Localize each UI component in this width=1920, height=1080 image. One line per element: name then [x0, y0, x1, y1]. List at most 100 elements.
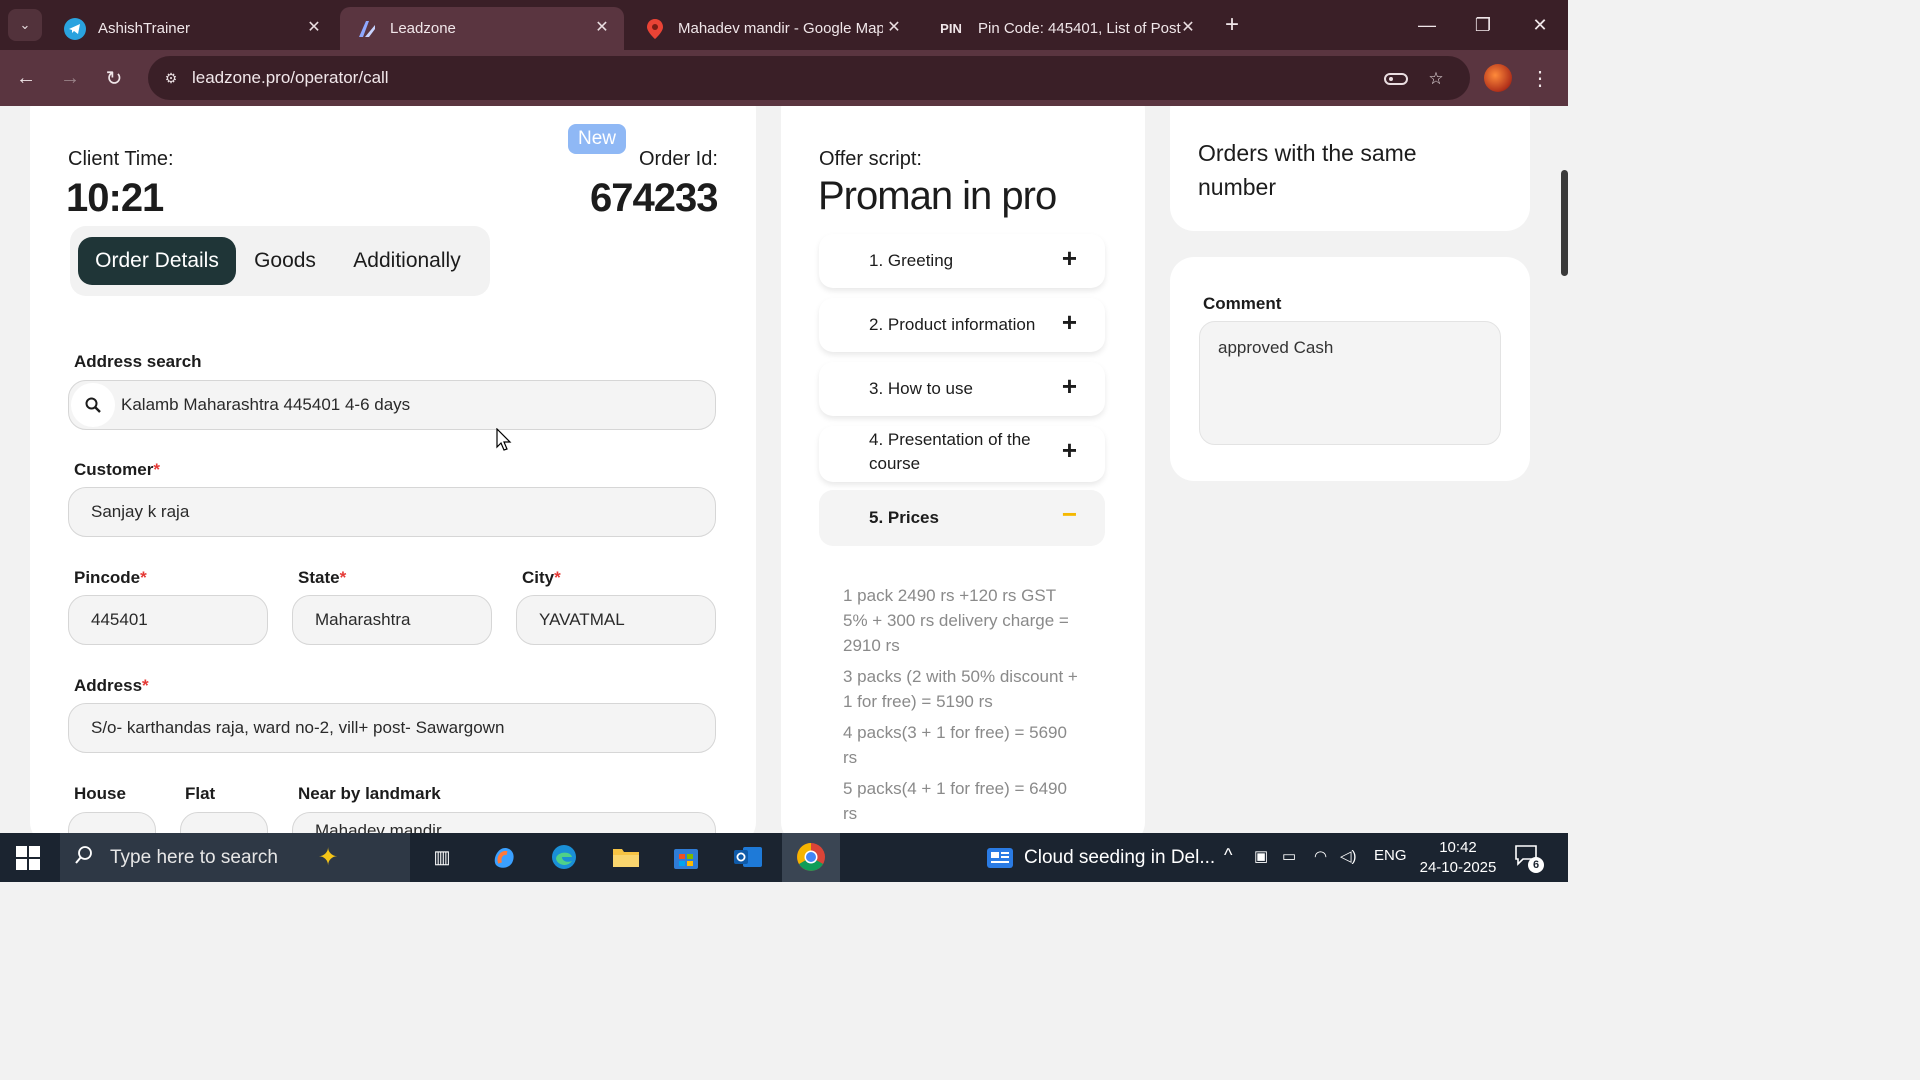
reload-icon[interactable]: ↻ — [98, 62, 130, 94]
address-search-input[interactable]: Kalamb Maharashtra 445401 4-6 days — [68, 380, 716, 430]
tab-title: Leadzone — [390, 20, 456, 37]
orders-title: Orders with the same number — [1198, 140, 1417, 200]
address-field[interactable]: S/o- karthandas raja, ward no-2, vill+ p… — [68, 703, 716, 753]
tab-order-details[interactable]: Order Details — [78, 237, 236, 285]
accordion-presentation[interactable]: 4. Presentation of the course + — [819, 426, 1105, 482]
tab-close-icon[interactable]: ✕ — [1178, 17, 1198, 37]
site-info-icon[interactable]: ⚙ — [160, 67, 182, 89]
leadzone-icon — [356, 18, 378, 40]
tab-pincode[interactable]: PIN Pin Code: 445401, List of Post O ✕ — [920, 7, 1210, 50]
plus-icon[interactable]: + — [1062, 435, 1077, 466]
required-mark: * — [153, 460, 160, 479]
accordion-prices[interactable]: 5. Prices − — [819, 490, 1105, 546]
flat-label: Flat — [185, 784, 216, 803]
taskbar-search-placeholder: Type here to search — [110, 846, 278, 868]
url-text[interactable]: leadzone.pro/operator/call — [192, 68, 389, 88]
bookmark-star-icon[interactable]: ☆ — [1423, 66, 1449, 92]
chrome-icon[interactable] — [793, 841, 829, 873]
edge-icon[interactable] — [546, 841, 582, 873]
client-time-value: 10:21 — [66, 176, 164, 220]
back-arrow-icon[interactable]: ← — [10, 62, 42, 94]
offer-script-label: Offer script: — [819, 148, 922, 170]
required-mark: * — [554, 568, 561, 587]
accordion-how-to-use[interactable]: 3. How to use + — [819, 362, 1105, 416]
browser-tab-strip: ⌄ AshishTrainer ✕ Leadzone ✕ Mahadev man… — [0, 0, 1568, 50]
state-field[interactable]: Maharashtra — [292, 595, 492, 645]
tab-close-icon[interactable]: ✕ — [884, 17, 904, 37]
google-maps-icon — [644, 18, 666, 40]
microsoft-store-icon[interactable] — [668, 841, 704, 873]
tab-title: AshishTrainer — [98, 20, 190, 37]
telegram-icon — [64, 17, 86, 40]
tray-chevron-icon[interactable]: ^ — [1224, 845, 1232, 866]
tab-close-icon[interactable]: ✕ — [592, 17, 612, 37]
search-icon — [71, 383, 115, 427]
status-badge: New — [568, 124, 626, 154]
tab-additionally[interactable]: Additionally — [336, 237, 478, 285]
accordion-greeting[interactable]: 1. Greeting + — [819, 234, 1105, 288]
tab-google-maps[interactable]: Mahadev mandir - Google Map ✕ — [628, 7, 916, 50]
comment-textarea[interactable]: approved Cash — [1199, 321, 1501, 445]
city-field[interactable]: YAVATMAL — [516, 595, 716, 645]
forward-arrow-icon[interactable]: → — [54, 62, 86, 94]
minus-icon[interactable]: − — [1062, 499, 1077, 530]
address-bar[interactable]: ⚙ leadzone.pro/operator/call ☆ — [148, 56, 1470, 100]
close-window-icon[interactable]: ✕ — [1525, 10, 1555, 40]
tab-search-chevron-icon[interactable]: ⌄ — [8, 9, 42, 41]
pincode-label-text: Pincode — [74, 568, 141, 587]
tab-goods[interactable]: Goods — [240, 237, 330, 285]
price-line: 3 packs (2 with 50% discount + 1 for fre… — [843, 667, 1078, 711]
offer-script-card: Offer script: Proman in pro 1. Greeting … — [781, 106, 1145, 833]
accordion-label: 3. How to use — [869, 379, 973, 398]
new-tab-plus-icon[interactable]: + — [1218, 11, 1246, 39]
password-key-icon[interactable] — [1383, 66, 1409, 92]
file-explorer-icon[interactable] — [608, 841, 644, 873]
accordion-label: 2. Product information — [869, 315, 1036, 334]
order-id-label: Order Id: — [639, 148, 718, 170]
taskbar-clock[interactable]: 10:42 24-10-2025 — [1418, 838, 1498, 878]
restore-icon[interactable]: ❐ — [1468, 10, 1498, 40]
accordion-product-information[interactable]: 2. Product information + — [819, 298, 1105, 352]
chrome-menu-icon[interactable]: ⋮ — [1528, 62, 1552, 94]
accordion-label: 4. Presentation of the course — [869, 430, 1031, 473]
address-label: Address* — [74, 676, 149, 696]
minimize-icon[interactable]: — — [1412, 10, 1442, 40]
landmark-label: Near by landmark — [298, 784, 441, 803]
plus-icon[interactable]: + — [1062, 243, 1077, 274]
page-scrollbar[interactable] — [1561, 170, 1568, 276]
task-view-icon[interactable]: ▥ — [424, 841, 460, 873]
volume-icon[interactable]: ◁) — [1340, 847, 1357, 865]
news-widget[interactable]: Cloud seeding in Del... — [986, 841, 1215, 875]
comment-card: Comment approved Cash — [1170, 257, 1530, 481]
plus-icon[interactable]: + — [1062, 307, 1077, 338]
tab-ashishtrainer[interactable]: AshishTrainer ✕ — [48, 7, 336, 50]
required-mark: * — [142, 676, 149, 695]
windows-start-icon[interactable] — [16, 846, 40, 870]
language-indicator[interactable]: ENG — [1374, 847, 1407, 864]
tab-leadzone[interactable]: Leadzone ✕ — [340, 7, 624, 50]
profile-avatar[interactable] — [1484, 64, 1512, 92]
clock-date: 24-10-2025 — [1419, 859, 1497, 876]
house-field[interactable] — [68, 812, 156, 833]
tab-close-icon[interactable]: ✕ — [304, 17, 324, 37]
pin-icon: PIN — [940, 21, 962, 36]
flat-field[interactable] — [180, 812, 268, 833]
wifi-icon[interactable]: ◠ — [1314, 847, 1327, 865]
customer-field[interactable]: Sanjay k raja — [68, 487, 716, 537]
battery-icon[interactable]: ▭ — [1282, 847, 1296, 865]
same-number-orders-card: Orders with the same number — [1170, 106, 1530, 231]
order-id-value: 674233 — [590, 176, 718, 220]
pincode-field[interactable]: 445401 — [68, 595, 268, 645]
accordion-label: 1. Greeting — [869, 251, 954, 270]
copilot-icon[interactable] — [486, 841, 522, 873]
notification-count-badge: 6 — [1528, 857, 1544, 873]
landmark-field[interactable]: Mahadev mandir — [292, 812, 716, 833]
search-highlight-icon: ✦ — [317, 844, 339, 871]
mouse-cursor-icon — [496, 428, 512, 451]
plus-icon[interactable]: + — [1062, 371, 1077, 402]
outlook-icon[interactable] — [730, 841, 766, 873]
page-content: Client Time: 10:21 New Order Id: 674233 … — [0, 106, 1568, 833]
taskbar-search[interactable]: Type here to search ✦ — [60, 833, 410, 882]
meet-now-icon[interactable]: ▣ — [1254, 847, 1268, 865]
browser-toolbar: ← → ↻ ⚙ leadzone.pro/operator/call ☆ ⋮ — [0, 50, 1568, 106]
